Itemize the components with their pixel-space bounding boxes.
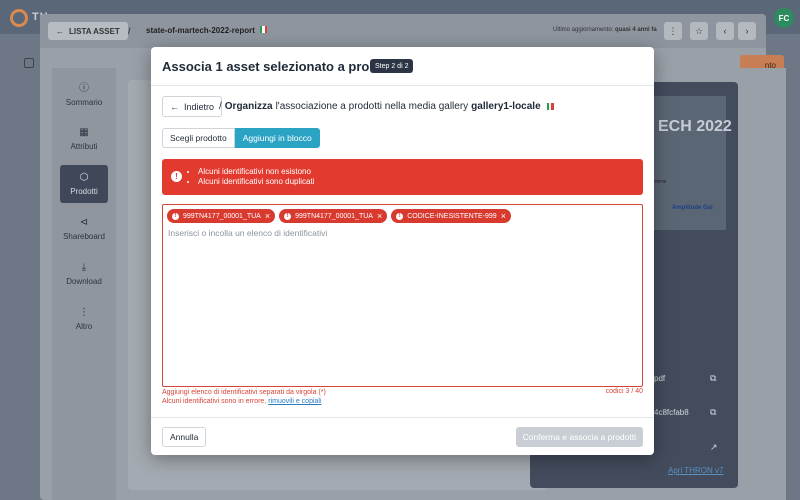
previous-asset-button[interactable]: ‹: [716, 22, 734, 40]
back-button[interactable]: ← Indietro: [162, 96, 223, 117]
last-update: Ultimo aggiornamento: quasi 4 anni fa: [553, 27, 657, 33]
associate-products-modal: Associa 1 asset selezionato a prodotti S…: [151, 47, 654, 455]
chips-row: ! 999TN4177_00001_TUA × ! 999TN4177_0000…: [167, 209, 511, 223]
alert-list: Alcuni identificativi non esistono Alcun…: [198, 167, 315, 187]
italy-flag-icon: [546, 103, 554, 110]
mode-tabs: Scegli prodotto Aggiungi in blocco: [162, 128, 320, 148]
nav-label: Altro: [75, 321, 93, 331]
modal-title: Associa 1 asset selezionato a prodotti: [162, 59, 398, 74]
thumbnail-logos: Amplitude Gai: [672, 205, 713, 211]
error-alert: ! Alcuni identificativi non esistono Alc…: [162, 159, 643, 195]
identifier-chip: ! 999TN4177_00001_TUA ×: [279, 209, 388, 223]
more-options-button[interactable]: ⋮: [664, 22, 682, 40]
close-icon[interactable]: ×: [265, 211, 270, 221]
nav-label: Prodotti: [70, 186, 98, 196]
gallery-name: gallery1-locale: [471, 101, 541, 112]
download-icon: ⤓: [81, 261, 87, 273]
file-type: pdf: [654, 374, 666, 383]
tab-aggiungi-in-blocco[interactable]: Aggiungi in blocco: [234, 128, 320, 148]
nav-label: Shareboard: [63, 231, 105, 241]
nav-item-attributi[interactable]: ▦ Attributi: [60, 120, 108, 158]
error-icon: !: [172, 212, 179, 220]
identifiers-input[interactable]: ! 999TN4177_00001_TUA × ! 999TN4177_0000…: [162, 204, 643, 387]
thumbnail-subtitle: cerns: [654, 179, 667, 185]
asset-nav: ⓘ Sommario ▦ Attributi ⬡ Prodotti ⊲ Shar…: [52, 68, 116, 500]
error-icon: !: [284, 212, 292, 220]
asset-id: 4c8fcfab8: [654, 408, 689, 417]
cancel-button[interactable]: Annulla: [162, 427, 207, 447]
box-icon: ⬡: [79, 171, 89, 183]
chip-label: CODICE-INESISTENTE-999: [407, 212, 497, 220]
thumbnail-title: ECH 2022: [658, 118, 732, 135]
back-label: Indietro: [184, 101, 215, 112]
nav-item-download[interactable]: ⤓ Download: [60, 255, 108, 293]
help-text: Aggiungi elenco di identificativi separa…: [162, 388, 326, 406]
nav-item-sommario[interactable]: ⓘ Sommario: [60, 76, 108, 114]
external-link-icon[interactable]: ↗: [710, 442, 718, 453]
italy-flag-icon: [260, 26, 268, 33]
breadcrumb-separator: /: [128, 26, 131, 36]
avatar[interactable]: FC: [774, 8, 794, 28]
codes-counter: codici 3 / 40: [605, 388, 643, 395]
open-thron-link[interactable]: Apri THRON v7: [668, 466, 723, 475]
chip-label: 999TN4177_00001_TUA: [295, 212, 373, 220]
organize-line: / Organizza l'associazione a prodotti ne…: [219, 101, 554, 112]
close-icon[interactable]: ×: [377, 211, 382, 221]
identifier-chip: ! 999TN4177_00001_TUA ×: [167, 209, 276, 223]
nav-label: Attributi: [70, 141, 98, 151]
step-badge: Step 2 di 2: [370, 59, 414, 73]
more-icon: ⋮: [79, 306, 89, 318]
table-icon: ▦: [79, 126, 89, 138]
info-icon: ⓘ: [79, 82, 89, 94]
asset-title: state-of-martech-2022-report: [146, 26, 268, 35]
arrow-left-icon: ←: [56, 26, 64, 36]
remove-and-copy-link[interactable]: rimuovili e copiali: [268, 398, 321, 405]
confirm-button[interactable]: Conferma e associa a prodotti: [515, 427, 643, 447]
nav-item-altro[interactable]: ⋮ Altro: [60, 300, 108, 338]
back-to-list-label: LISTA ASSET: [69, 26, 120, 36]
copy-icon[interactable]: ⧉: [710, 407, 716, 418]
nav-label: Download: [66, 276, 102, 286]
alert-icon: !: [171, 171, 182, 182]
nav-item-prodotti[interactable]: ⬡ Prodotti: [60, 165, 108, 203]
close-icon[interactable]: ×: [501, 211, 506, 221]
org-description: l'associazione a prodotti nella media ga…: [275, 101, 469, 112]
nav-label: Sommario: [65, 97, 103, 107]
favorite-star-button[interactable]: ☆: [690, 22, 708, 40]
chip-label: 999TN4177_00001_TUA: [183, 212, 261, 220]
modal-footer: Annulla Conferma e associa a prodotti: [151, 417, 654, 455]
help-line: Aggiungi elenco di identificativi separa…: [162, 389, 326, 396]
org-separator: /: [219, 101, 222, 112]
copy-icon[interactable]: ⧉: [710, 373, 716, 384]
logo-icon: [10, 9, 28, 27]
error-icon: !: [396, 212, 404, 220]
next-asset-button[interactable]: ›: [738, 22, 756, 40]
arrow-left-icon: ←: [170, 101, 179, 112]
asset-header: ← LISTA ASSET / state-of-martech-2022-re…: [40, 14, 766, 48]
modal-header: Associa 1 asset selezionato a prodotti S…: [151, 47, 654, 86]
alert-item: Alcuni identificativi non esistono: [198, 167, 315, 177]
nav-item-shareboard[interactable]: ⊲ Shareboard: [60, 210, 108, 248]
share-icon: ⊲: [79, 216, 89, 228]
identifier-chip: ! CODICE-INESISTENTE-999 ×: [391, 209, 511, 223]
back-to-list-button[interactable]: ← LISTA ASSET: [48, 22, 128, 40]
input-placeholder: Inserisci o incolla un elenco di identif…: [168, 228, 328, 238]
tab-scegli-prodotto[interactable]: Scegli prodotto: [162, 128, 235, 148]
org-name: Organizza: [224, 101, 273, 112]
help-line-error: Alcuni identificativi sono in errore, ri…: [162, 398, 322, 405]
sidebar-toggle-icon[interactable]: [24, 58, 34, 68]
alert-item: Alcuni identificativi sono duplicati: [198, 177, 315, 187]
